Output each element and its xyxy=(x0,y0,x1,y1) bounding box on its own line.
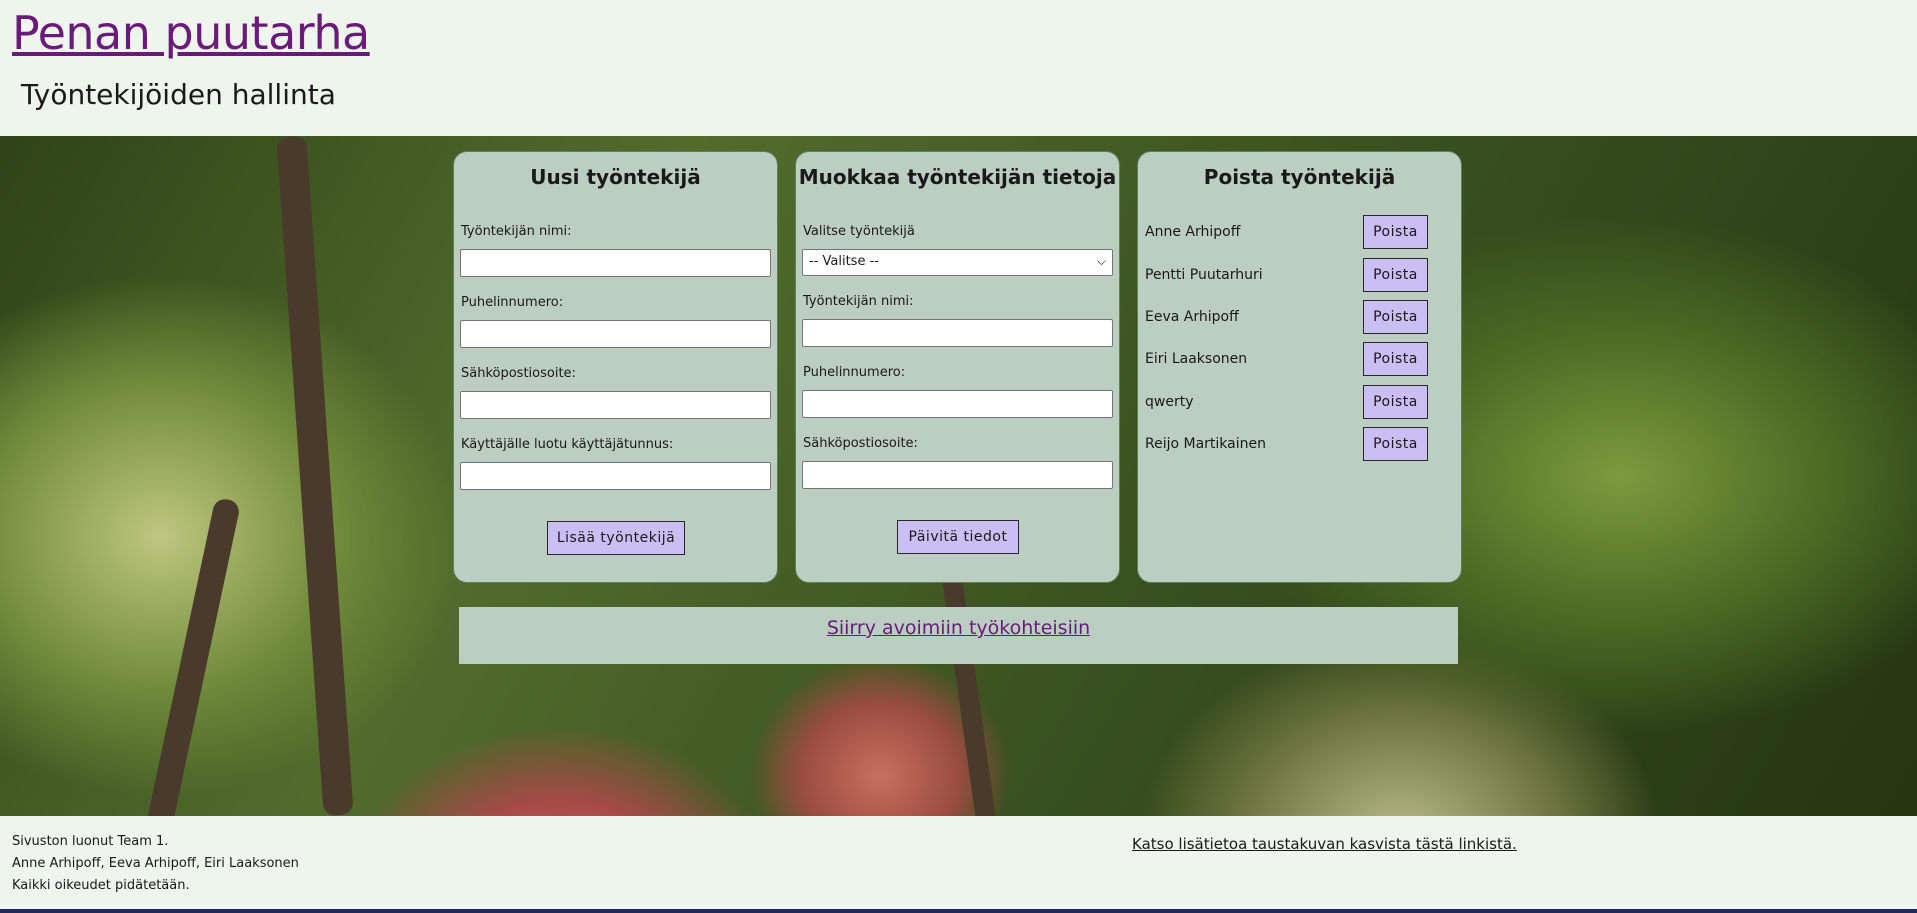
employee-name: Pentti Puutarhuri xyxy=(1145,267,1263,283)
delete-button[interactable]: Poista xyxy=(1363,427,1428,461)
delete-employee-panel: Poista työntekijä Anne Arhipoff Poista P… xyxy=(1137,151,1462,583)
edit-email-label: Sähköpostiosoite: xyxy=(803,436,918,451)
name-label: Työntekijän nimi: xyxy=(461,224,572,239)
delete-button[interactable]: Poista xyxy=(1363,342,1428,376)
branch-decoration xyxy=(276,136,354,816)
select-employee-label: Valitse työntekijä xyxy=(803,224,915,239)
employee-name: Reijo Martikainen xyxy=(1145,436,1266,452)
edit-email-input[interactable] xyxy=(802,461,1113,489)
delete-button[interactable]: Poista xyxy=(1363,385,1428,419)
employee-select-value: -- Valitse -- xyxy=(809,254,879,269)
chevron-down-icon: ⌵ xyxy=(1096,254,1106,268)
add-employee-button[interactable]: Lisää työntekijä xyxy=(547,521,685,555)
email-input[interactable] xyxy=(460,391,771,419)
employee-select[interactable]: -- Valitse -- ⌵ xyxy=(802,249,1113,276)
employee-name: Eeva Arhipoff xyxy=(1145,309,1239,325)
page-heading: Työntekijöiden hallinta xyxy=(21,78,336,111)
employee-name: Eiri Laaksonen xyxy=(1145,351,1248,367)
phone-label: Puhelinnumero: xyxy=(461,295,564,310)
delete-button[interactable]: Poista xyxy=(1363,258,1428,292)
edit-name-input[interactable] xyxy=(802,319,1113,347)
footer-authors: Anne Arhipoff, Eeva Arhipoff, Eiri Laaks… xyxy=(12,856,299,871)
delete-button[interactable]: Poista xyxy=(1363,215,1428,249)
edit-phone-input[interactable] xyxy=(802,390,1113,418)
update-employee-button[interactable]: Päivitä tiedot xyxy=(897,520,1019,554)
site-title-link[interactable]: Penan puutarha xyxy=(12,6,370,60)
edit-employee-title: Muokkaa työntekijän tietoja xyxy=(798,165,1117,189)
nav-link-bar: Siirry avoimiin työkohteisiin xyxy=(459,607,1458,664)
page-footer: Sivuston luonut Team 1. Anne Arhipoff, E… xyxy=(0,816,1917,913)
delete-button[interactable]: Poista xyxy=(1363,300,1428,334)
email-label: Sähköpostiosoite: xyxy=(461,366,576,381)
branch-decoration xyxy=(939,556,1001,816)
edit-employee-panel: Muokkaa työntekijän tietoja Valitse työn… xyxy=(795,151,1120,583)
employee-name: Anne Arhipoff xyxy=(1145,224,1241,240)
username-label: Käyttäjälle luotu käyttäjätunnus: xyxy=(461,437,674,452)
edit-phone-label: Puhelinnumero: xyxy=(803,365,906,380)
username-input[interactable] xyxy=(460,462,771,490)
open-worksites-link[interactable]: Siirry avoimiin työkohteisiin xyxy=(459,617,1458,639)
page-header: Penan puutarha Työntekijöiden hallinta xyxy=(0,0,1917,136)
edit-name-label: Työntekijän nimi: xyxy=(803,294,914,309)
employee-name: qwerty xyxy=(1145,394,1194,410)
delete-employee-title: Poista työntekijä xyxy=(1203,165,1396,189)
phone-input[interactable] xyxy=(460,320,771,348)
add-employee-title: Uusi työntekijä xyxy=(530,165,701,189)
footer-rights: Kaikki oikeudet pidätetään. xyxy=(12,878,190,893)
add-employee-panel: Uusi työntekijä Työntekijän nimi: Puheli… xyxy=(453,151,778,583)
footer-credit: Sivuston luonut Team 1. xyxy=(12,834,169,849)
name-input[interactable] xyxy=(460,249,771,277)
branch-decoration xyxy=(144,497,242,816)
background-info-link[interactable]: Katso lisätietoa taustakuvan kasvista tä… xyxy=(1132,835,1517,853)
